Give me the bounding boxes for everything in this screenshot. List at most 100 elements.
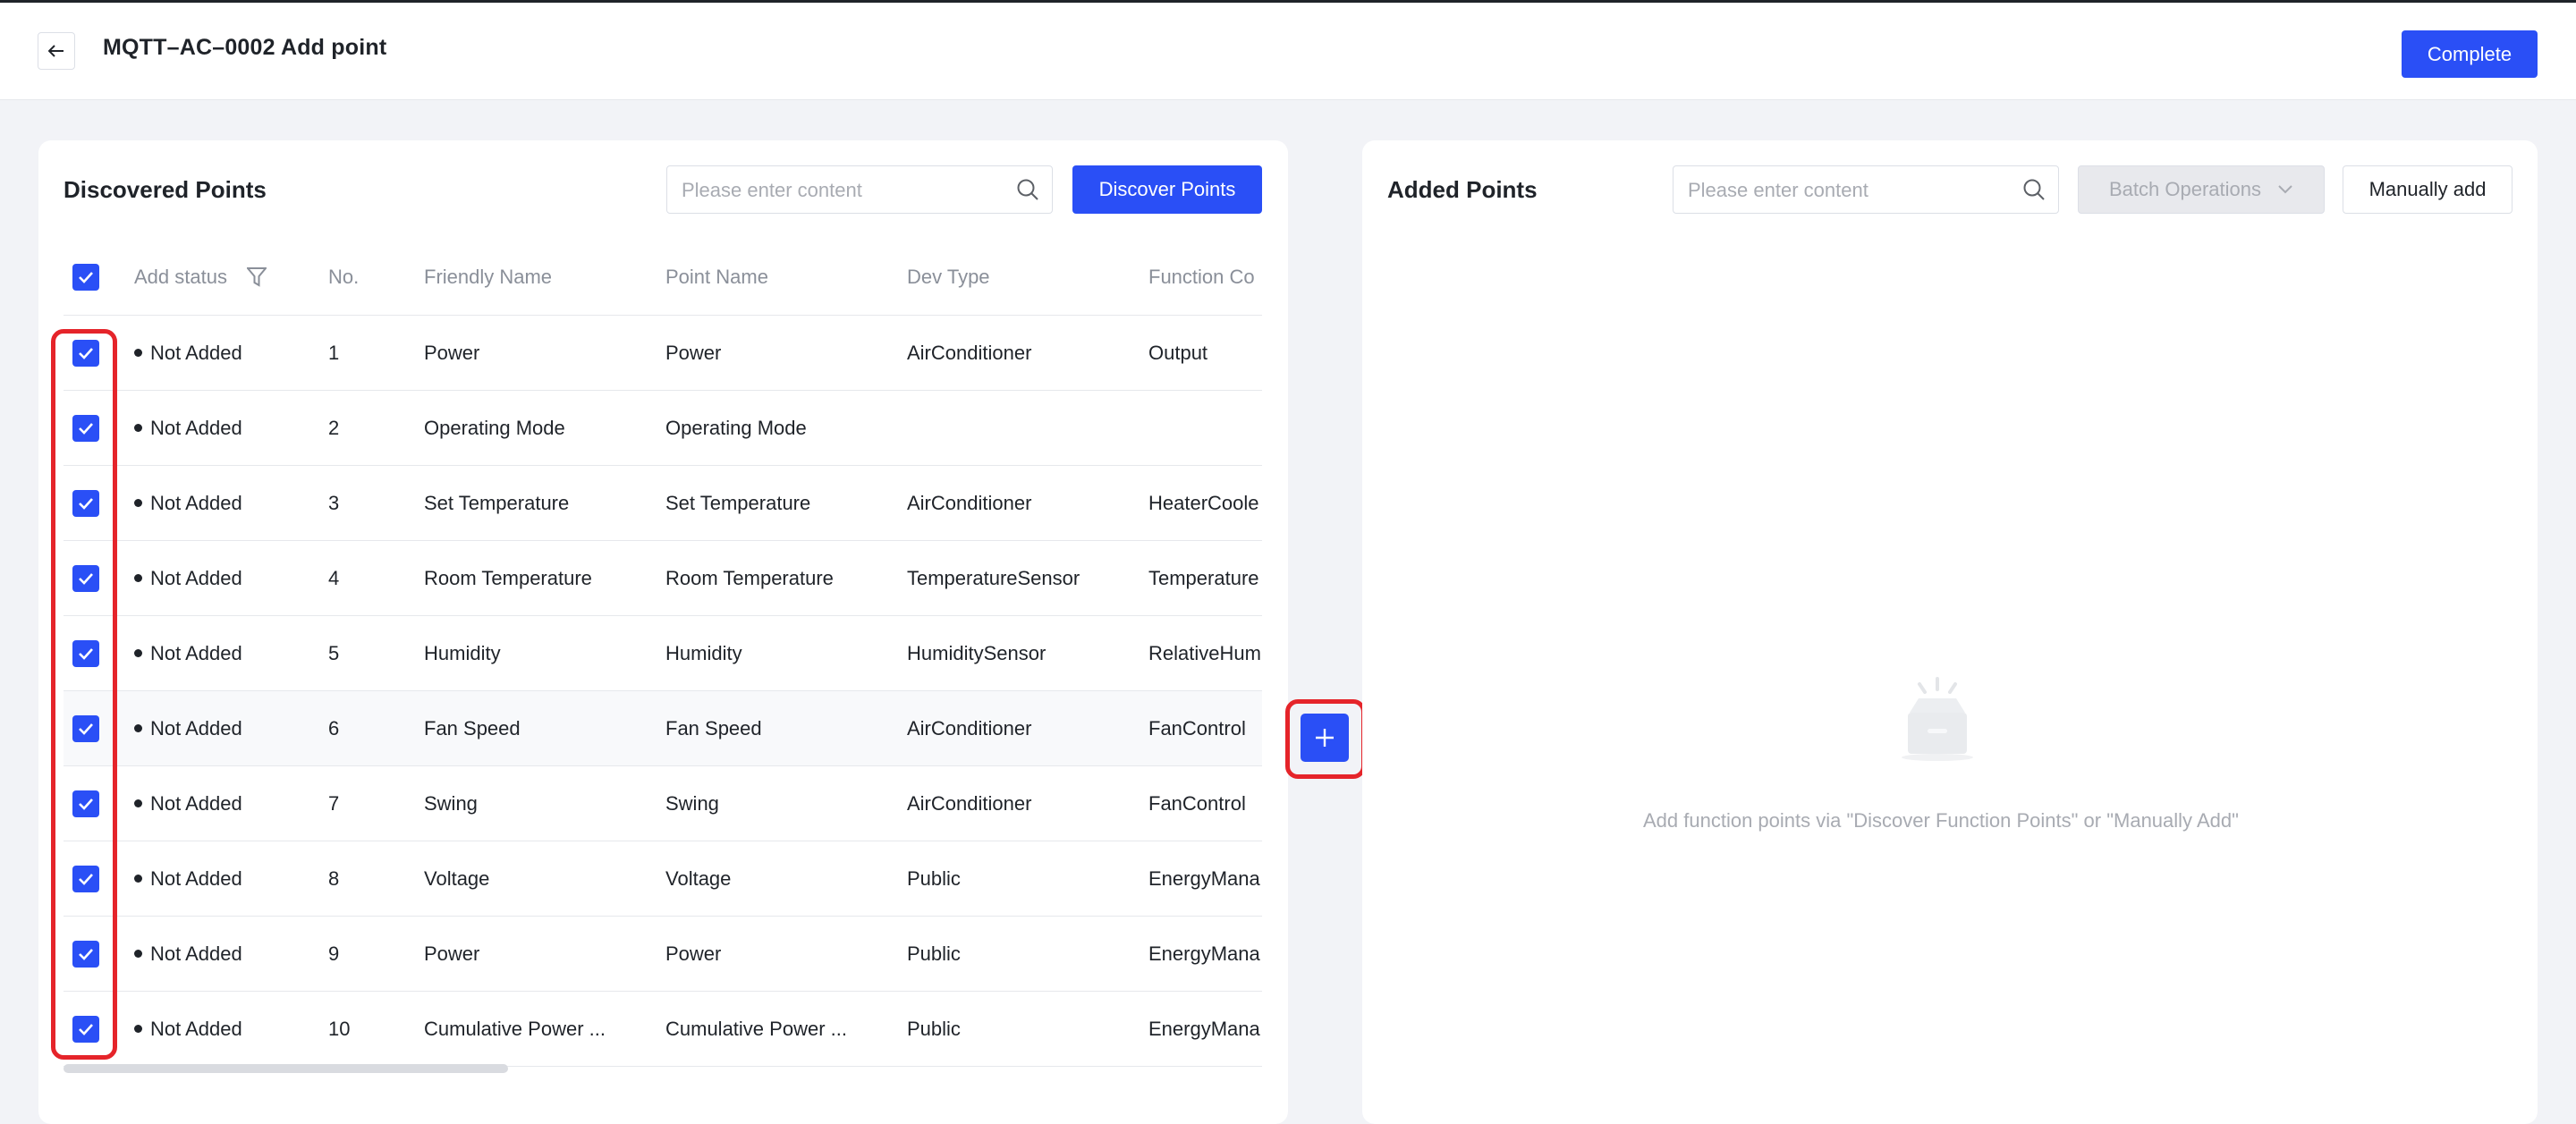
friendly-name-cell: Humidity: [424, 641, 501, 664]
added-points-panel: Added Points Batch Operations Manually a…: [1362, 140, 2538, 1124]
dev-type-cell: [907, 391, 1131, 465]
column-header-friendly-name: Friendly Name: [424, 265, 553, 288]
dev-type-cell: Public: [907, 942, 961, 965]
friendly-name-cell: Set Temperature: [424, 491, 570, 514]
point-name-cell: Power: [665, 942, 722, 965]
add-status-text: Not Added: [150, 942, 242, 965]
dev-type-cell: AirConditioner: [907, 491, 1032, 514]
column-header-status-label: Add status: [134, 265, 227, 288]
friendly-name-cell: Swing: [424, 791, 478, 815]
discover-points-button[interactable]: Discover Points: [1072, 165, 1262, 214]
function-code-cell: RelativeHum: [1148, 641, 1261, 664]
dev-type-cell: AirConditioner: [907, 716, 1032, 739]
function-code-cell: Temperature: [1148, 566, 1259, 589]
dev-type-cell: AirConditioner: [907, 791, 1032, 815]
friendly-name-cell: Cumulative Power ...: [424, 1017, 606, 1040]
friendly-name-cell: Voltage: [424, 866, 490, 890]
page-title: MQTT–AC–0002 Add point: [103, 35, 387, 60]
search-icon[interactable]: [1016, 178, 1039, 201]
add-status-cell: Not Added: [134, 541, 313, 615]
batch-operations-label: Batch Operations: [2109, 178, 2261, 200]
manually-add-button[interactable]: Manually add: [2343, 165, 2512, 214]
point-name-cell: Fan Speed: [665, 716, 762, 739]
function-code-cell: [1148, 391, 1262, 465]
back-arrow-icon: [48, 45, 64, 57]
table-row[interactable]: Not Added 5 Humidity Humidity HumiditySensor…: [64, 616, 1262, 691]
discovered-search-input[interactable]: [680, 166, 1005, 215]
point-name-cell: Power: [665, 341, 722, 364]
dev-type-cell: Public: [907, 866, 961, 890]
point-name-cell: Room Temperature: [665, 566, 834, 589]
point-name-cell: Voltage: [665, 866, 732, 890]
function-code-cell: EnergyMana: [1148, 1017, 1260, 1040]
dev-type-cell: AirConditioner: [907, 341, 1032, 364]
add-status-text: Not Added: [150, 566, 242, 589]
add-status-text: Not Added: [150, 341, 242, 364]
status-dot: [134, 724, 142, 732]
add-status-cell: Not Added: [134, 992, 313, 1066]
check-icon: [79, 271, 93, 283]
status-dot: [134, 349, 142, 357]
add-status-text: Not Added: [150, 791, 242, 815]
function-code-cell: Output: [1148, 341, 1208, 364]
point-name-cell: Swing: [665, 791, 719, 815]
discovered-points-panel: Discovered Points Discover Points Add st…: [38, 140, 1288, 1124]
function-code-cell: EnergyMana: [1148, 942, 1260, 965]
added-search-input[interactable]: [1686, 166, 2012, 215]
add-status-text: Not Added: [150, 491, 242, 514]
column-header-status: Add status: [134, 239, 313, 315]
status-dot: [134, 649, 142, 657]
number-cell: 2: [328, 416, 340, 439]
filter-icon[interactable]: [246, 266, 267, 288]
top-bar: MQTT–AC–0002 Add point Complete: [0, 0, 2576, 100]
add-status-cell: Not Added: [134, 841, 313, 916]
function-code-cell: EnergyMana: [1148, 866, 1260, 890]
horizontal-scrollbar[interactable]: [64, 1064, 508, 1073]
point-name-cell: Humidity: [665, 641, 742, 664]
status-dot: [134, 574, 142, 582]
dev-type-cell: Public: [907, 1017, 961, 1040]
friendly-name-cell: Power: [424, 942, 480, 965]
add-status-text: Not Added: [150, 716, 242, 739]
added-search[interactable]: [1673, 165, 2059, 215]
column-header-function-code: Function Co: [1148, 265, 1255, 288]
table-row[interactable]: Not Added 1 Power Power AirConditioner Output: [64, 316, 1262, 391]
table-header: Add status No. Friendly Name Point Name …: [64, 239, 1262, 316]
column-header-dev-type: Dev Type: [907, 265, 990, 288]
table-row[interactable]: Not Added 9 Power Power Public EnergyMana: [64, 917, 1262, 992]
add-status-text: Not Added: [150, 866, 242, 890]
table-row[interactable]: Not Added 2 Operating Mode Operating Mode: [64, 391, 1262, 466]
search-icon[interactable]: [2022, 178, 2046, 201]
table-row[interactable]: Not Added 4 Room Temperature Room Temperatu…: [64, 541, 1262, 616]
friendly-name-cell: Room Temperature: [424, 566, 592, 589]
status-dot: [134, 875, 142, 883]
discovered-search[interactable]: [666, 165, 1053, 215]
table-row[interactable]: Not Added 10 Cumulative Power ... Cumulativ…: [64, 992, 1262, 1067]
number-cell: 4: [328, 566, 340, 589]
friendly-name-cell: Fan Speed: [424, 716, 521, 739]
status-dot: [134, 424, 142, 432]
add-status-cell: Not Added: [134, 691, 313, 765]
table-row[interactable]: Not Added 8 Voltage Voltage Public EnergyMana: [64, 841, 1262, 917]
empty-state-text: Add function points via "Discover Functi…: [1643, 809, 2239, 832]
add-status-cell: Not Added: [134, 616, 313, 690]
friendly-name-cell: Operating Mode: [424, 416, 565, 439]
complete-button[interactable]: Complete: [2402, 30, 2538, 78]
discovered-points-table: Add status No. Friendly Name Point Name …: [64, 239, 1262, 1097]
table-row[interactable]: Not Added 7 Swing Swing AirConditioner FanCon…: [64, 766, 1262, 841]
number-cell: 5: [328, 641, 340, 664]
select-all-checkbox[interactable]: [72, 263, 99, 291]
back-button[interactable]: [38, 32, 75, 70]
table-row[interactable]: Not Added 6 Fan Speed Fan Speed AirCondition…: [64, 691, 1262, 766]
add-status-cell: Not Added: [134, 917, 313, 991]
dev-type-cell: HumiditySensor: [907, 641, 1046, 664]
column-header-point-name: Point Name: [665, 265, 768, 288]
table-row[interactable]: Not Added 3 Set Temperature Set Temperature…: [64, 466, 1262, 541]
added-points-title: Added Points: [1387, 176, 1538, 203]
number-cell: 8: [328, 866, 340, 890]
batch-operations-button[interactable]: Batch Operations: [2078, 165, 2325, 214]
discovered-points-title: Discovered Points: [64, 176, 267, 203]
number-cell: 3: [328, 491, 340, 514]
empty-box-icon: [1902, 677, 1973, 761]
chevron-down-icon: [2277, 184, 2293, 195]
